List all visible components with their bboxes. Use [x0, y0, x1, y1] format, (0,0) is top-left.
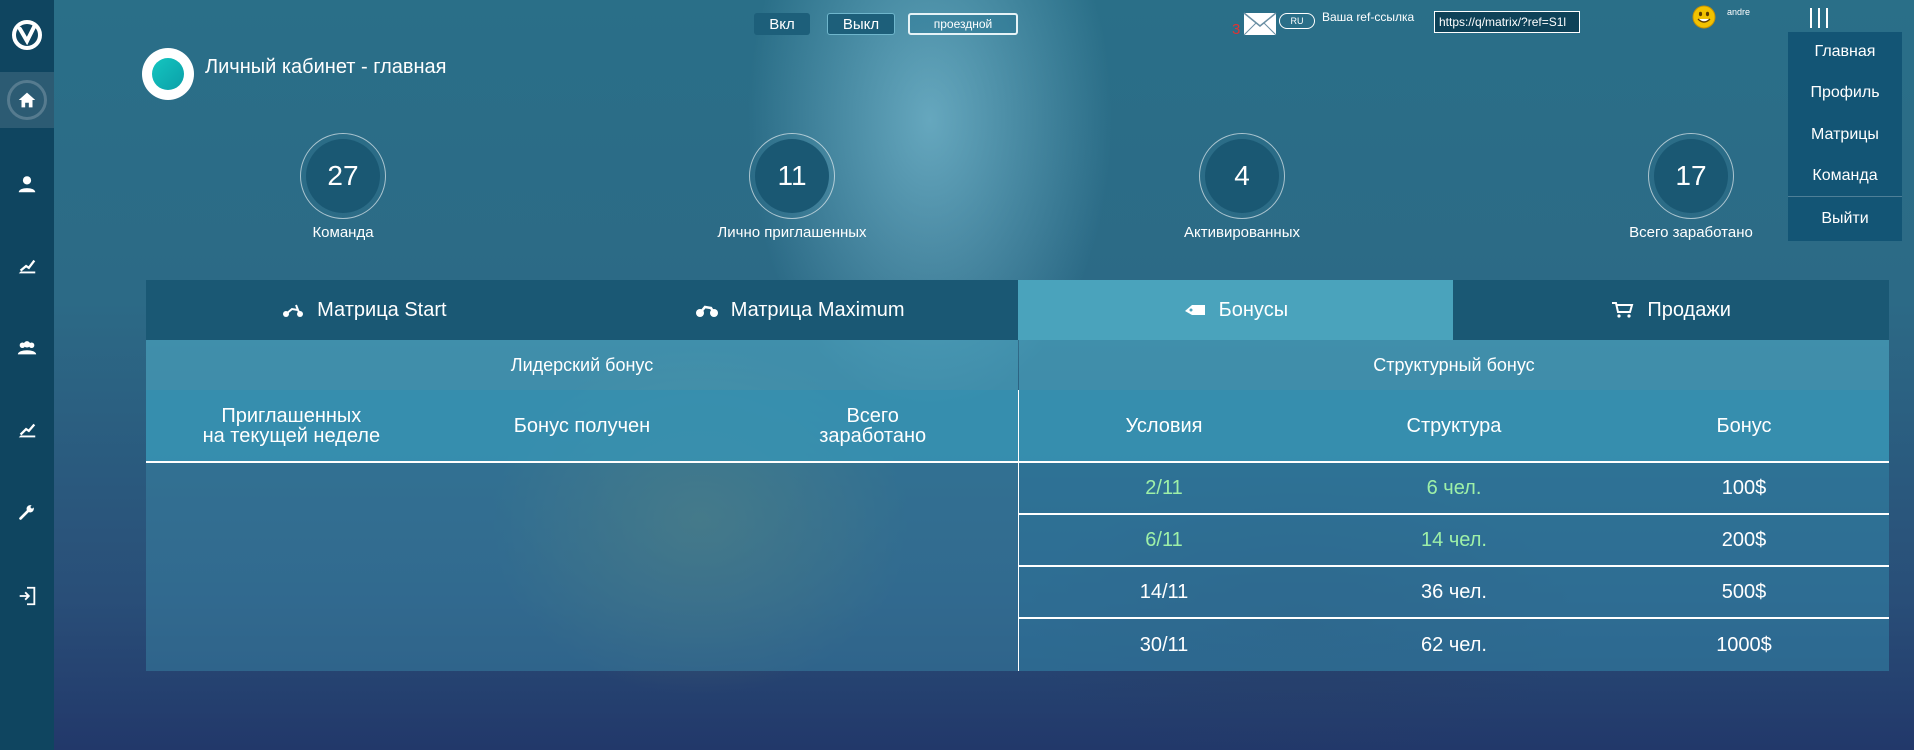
structure-cell: 62 чел. [1421, 633, 1487, 656]
motorbike-icon [695, 305, 718, 317]
chart-icon [18, 259, 36, 274]
ref-link-label: Ваша ref-ссылка [1322, 10, 1415, 24]
condition-cell: 30/11 [1139, 633, 1189, 656]
stat-team-circle: 27 [300, 133, 386, 219]
structure-cell: 14 чел. [1421, 528, 1487, 551]
scooter-icon [283, 304, 304, 317]
gift-icon [1184, 305, 1205, 315]
menu-item-profile[interactable]: Профиль [1788, 73, 1902, 113]
bonus-cell: 500$ [1721, 580, 1767, 603]
header-conditions: Условия [1125, 414, 1203, 437]
table-row: 6/11 14 чел. 200$ [1019, 515, 1889, 567]
sidebar [0, 0, 54, 750]
sidebar-item-logout[interactable] [0, 568, 54, 624]
table-row: 30/11 62 чел. 1000$ [1019, 619, 1889, 671]
brand-logo-icon[interactable] [9, 17, 45, 53]
off-button[interactable]: Выкл [827, 13, 895, 35]
cart-icon [1612, 302, 1634, 318]
stat-label: Активированных [1183, 224, 1300, 241]
bonus-cell: 1000$ [1716, 633, 1772, 656]
page-logo [142, 48, 194, 100]
table-row: 14/11 36 чел. 500$ [1019, 567, 1889, 619]
language-switch[interactable]: RU [1279, 13, 1315, 29]
table-header-row: Условия Структура Бонус [1019, 390, 1889, 463]
mail-count-badge: 3 [1232, 21, 1241, 38]
menu-divider [1788, 196, 1902, 197]
stat-label: Лично приглашенных [717, 224, 867, 241]
tab-matrix-start[interactable]: Матрица Start [146, 280, 582, 340]
dropdown-menu: Главная Профиль Матрицы Команда Выйти [1788, 32, 1902, 241]
leader-bonus-panel: Лидерский бонус Приглашенных на текущей … [146, 340, 1018, 671]
structure-cell: 6 чел. [1426, 476, 1482, 499]
tab-label: Продажи [1647, 298, 1731, 321]
tab-label: Матрица Start [317, 298, 447, 321]
condition-cell: 2/11 [1145, 476, 1183, 499]
condition-cell: 14/11 [1139, 580, 1189, 603]
header-structure: Структура [1406, 414, 1502, 437]
menu-item-matrices[interactable]: Матрицы [1788, 115, 1902, 155]
header-bonus: Бонус [1716, 414, 1772, 437]
pass-button[interactable]: проездной [908, 13, 1018, 35]
stat-value: 17 [1654, 139, 1728, 213]
sidebar-item-team[interactable] [0, 320, 54, 376]
stat-value: 27 [306, 139, 380, 213]
structure-cell: 36 чел. [1421, 580, 1487, 603]
ref-link-field[interactable] [1434, 11, 1580, 33]
tab-bonuses[interactable]: Бонусы [1017, 280, 1454, 340]
stat-earned-circle: 17 [1648, 133, 1734, 219]
user-name[interactable]: andre [1727, 7, 1750, 17]
mail-icon[interactable] [1243, 12, 1277, 36]
tab-label: Матрица Maximum [730, 298, 905, 321]
team-icon [17, 341, 37, 355]
smiley-avatar-icon[interactable] [1692, 5, 1716, 29]
leader-bonus-body [146, 463, 1018, 671]
bonus-cell: 100$ [1721, 476, 1767, 499]
structure-bonus-title: Структурный бонус [1019, 340, 1889, 390]
table-header-row: Приглашенных на текущей неделе Бонус пол… [146, 390, 1018, 463]
stat-value: 4 [1205, 139, 1279, 213]
menu-item-home[interactable]: Главная [1788, 32, 1902, 72]
stat-activated-circle: 4 [1199, 133, 1285, 219]
wrench-icon [19, 505, 34, 520]
structure-bonus-panel: Структурный бонус Условия Структура Бону… [1019, 340, 1889, 671]
tab-sales[interactable]: Продажи [1453, 280, 1889, 340]
stat-label: Всего заработано [1629, 224, 1753, 241]
chart2-icon [18, 423, 36, 438]
stat-invited-circle: 11 [749, 133, 835, 219]
sidebar-item-growth[interactable] [0, 402, 54, 458]
tab-label: Бонусы [1218, 298, 1289, 321]
tab-matrix-maximum[interactable]: Матрица Maximum [582, 280, 1018, 340]
page-title: Личный кабинет - главная [205, 56, 447, 78]
bonus-cell: 200$ [1721, 528, 1767, 551]
sidebar-item-home[interactable] [0, 72, 54, 128]
table-row: 2/11 6 чел. 100$ [1019, 463, 1889, 515]
tab-bar: Матрица Start Матрица Maximum Бонусы Про… [146, 280, 1889, 340]
menu-item-team[interactable]: Команда [1788, 156, 1902, 196]
condition-cell: 6/11 [1145, 528, 1183, 551]
header-total-earned: Всего заработано [819, 404, 927, 447]
stat-value: 11 [755, 139, 829, 213]
exit-icon [19, 586, 36, 606]
leader-bonus-title: Лидерский бонус [146, 340, 1018, 390]
user-icon [18, 176, 36, 193]
header-invited-this-week: Приглашенных на текущей неделе [202, 404, 381, 447]
menu-toggle-icon[interactable] [1810, 8, 1828, 28]
on-button[interactable]: Вкл [754, 13, 810, 35]
sidebar-item-stats[interactable] [0, 238, 54, 294]
sidebar-item-profile[interactable] [0, 156, 54, 212]
header-bonus-received: Бонус получен [513, 414, 651, 437]
stat-label: Команда [312, 224, 374, 241]
sidebar-item-settings[interactable] [0, 484, 54, 540]
active-ring [7, 80, 47, 120]
